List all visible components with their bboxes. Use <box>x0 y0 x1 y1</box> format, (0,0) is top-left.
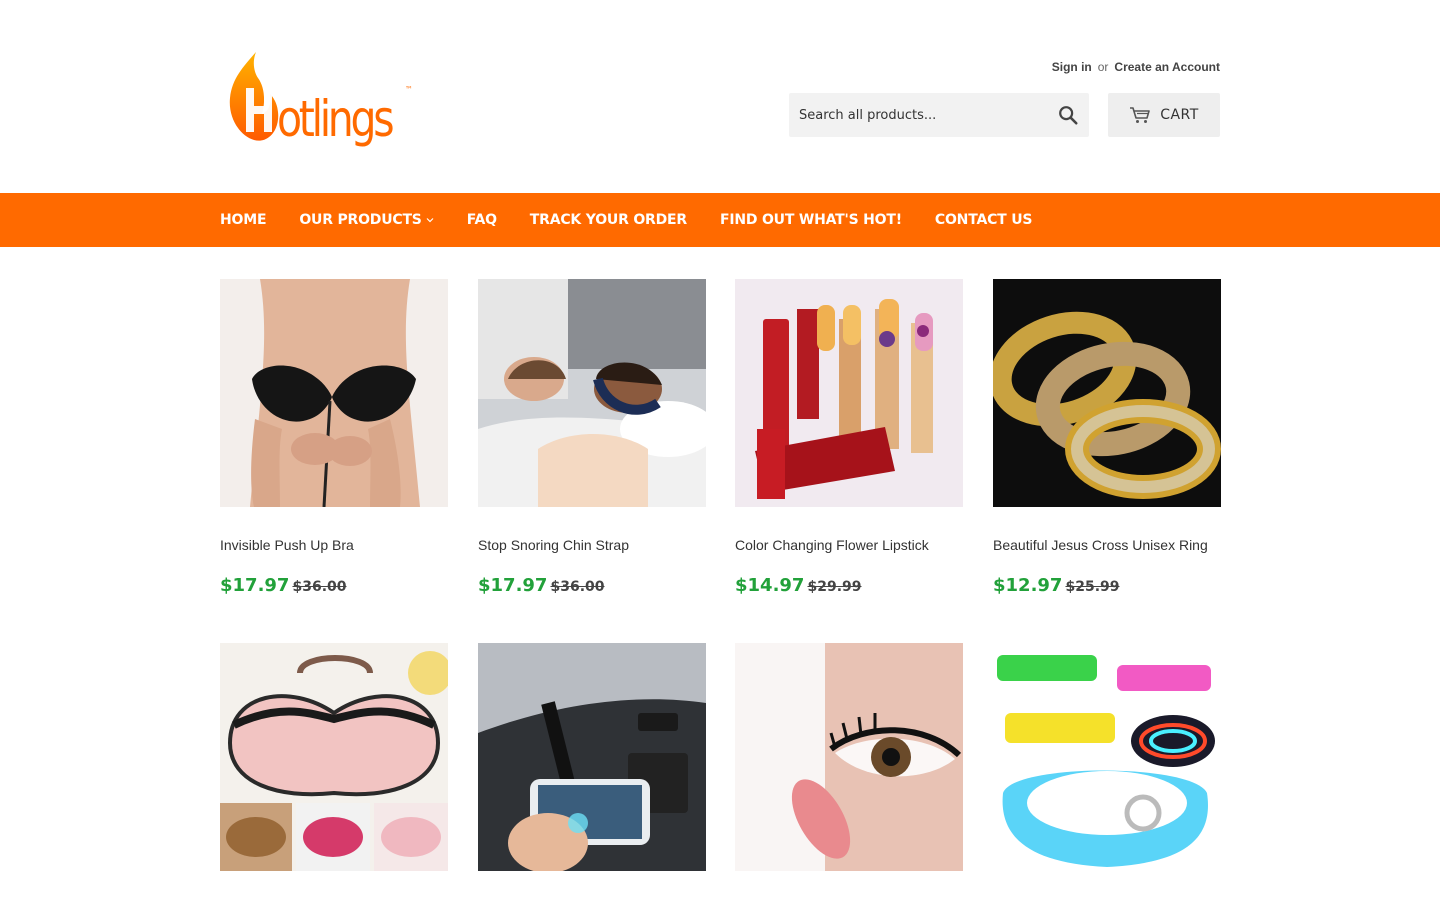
product-image-bra-case[interactable] <box>220 643 448 871</box>
compare-price: $25.99 <box>1065 579 1120 595</box>
sale-price: $14.97 <box>735 575 805 596</box>
search-input[interactable] <box>789 93 1045 137</box>
product-image-led-dog-collar[interactable] <box>993 643 1221 871</box>
product-card[interactable] <box>478 643 706 871</box>
compare-price: $36.00 <box>550 579 605 595</box>
nav-label: OUR PRODUCTS <box>299 212 422 228</box>
product-image-car-phone-mount[interactable] <box>478 643 706 871</box>
product-card[interactable] <box>220 643 448 871</box>
cart-icon <box>1130 107 1150 123</box>
nav-item-our-products[interactable]: OUR PRODUCTS <box>299 212 434 228</box>
nav-item-whats-hot[interactable]: FIND OUT WHAT'S HOT! <box>720 212 902 228</box>
product-card[interactable]: Stop Snoring Chin Strap $17.97 $36.00 <box>478 279 706 596</box>
product-card[interactable] <box>993 643 1221 871</box>
nav-item-track-order[interactable]: TRACK YOUR ORDER <box>530 212 687 228</box>
product-card[interactable]: Invisible Push Up Bra $17.97 $36.00 <box>220 279 448 596</box>
main-navigation: HOME OUR PRODUCTS FAQ TRACK YOUR ORDER F… <box>0 193 1440 247</box>
product-price: $17.97 $36.00 <box>220 575 347 596</box>
create-account-link[interactable]: Create an Account <box>1114 60 1220 74</box>
nav-label: FAQ <box>466 212 497 228</box>
compare-price: $29.99 <box>807 579 862 595</box>
product-price: $17.97 $36.00 <box>478 575 605 596</box>
product-title[interactable]: Color Changing Flower Lipstick <box>735 537 929 553</box>
hotlings-logo[interactable]: otlings ™ <box>224 50 424 150</box>
nav-item-faq[interactable]: FAQ <box>467 212 497 228</box>
cart-label: CART <box>1160 107 1199 123</box>
nav-item-home[interactable]: HOME <box>220 212 267 228</box>
product-image-ring[interactable] <box>993 279 1221 507</box>
product-image-bra[interactable] <box>220 279 448 507</box>
or-text: or <box>1097 60 1109 74</box>
product-price: $14.97 $29.99 <box>735 575 862 596</box>
account-links: Sign in or Create an Account <box>1052 60 1220 74</box>
product-price: $12.97 $25.99 <box>993 575 1120 596</box>
nav-label: TRACK YOUR ORDER <box>529 212 687 228</box>
search-form <box>789 93 1089 137</box>
cart-button[interactable]: CART <box>1108 93 1220 137</box>
nav-label: FIND OUT WHAT'S HOT! <box>719 212 902 228</box>
product-image-chin-strap[interactable] <box>478 279 706 507</box>
sale-price: $17.97 <box>478 575 548 596</box>
nav-label: CONTACT US <box>934 212 1033 228</box>
product-card[interactable]: Beautiful Jesus Cross Unisex Ring $12.97… <box>993 279 1221 596</box>
product-title[interactable]: Invisible Push Up Bra <box>220 537 354 553</box>
svg-text:™: ™ <box>405 85 413 94</box>
product-image-eyelash[interactable] <box>735 643 963 871</box>
compare-price: $36.00 <box>292 579 347 595</box>
site-header: otlings ™ Sign in or Create an Account CAR… <box>0 0 1440 193</box>
chevron-down-icon <box>426 218 434 223</box>
svg-text:otlings: otlings <box>277 90 393 148</box>
product-title[interactable]: Stop Snoring Chin Strap <box>478 537 629 553</box>
sale-price: $12.97 <box>993 575 1063 596</box>
search-icon[interactable] <box>1057 104 1079 126</box>
product-card[interactable] <box>735 643 963 871</box>
product-image-lipstick[interactable] <box>735 279 963 507</box>
nav-label: HOME <box>220 212 267 228</box>
product-title[interactable]: Beautiful Jesus Cross Unisex Ring <box>993 537 1208 553</box>
sale-price: $17.97 <box>220 575 290 596</box>
product-card[interactable]: Color Changing Flower Lipstick $14.97 $29… <box>735 279 963 596</box>
nav-item-contact-us[interactable]: CONTACT US <box>934 212 1033 228</box>
sign-in-link[interactable]: Sign in <box>1052 60 1092 74</box>
